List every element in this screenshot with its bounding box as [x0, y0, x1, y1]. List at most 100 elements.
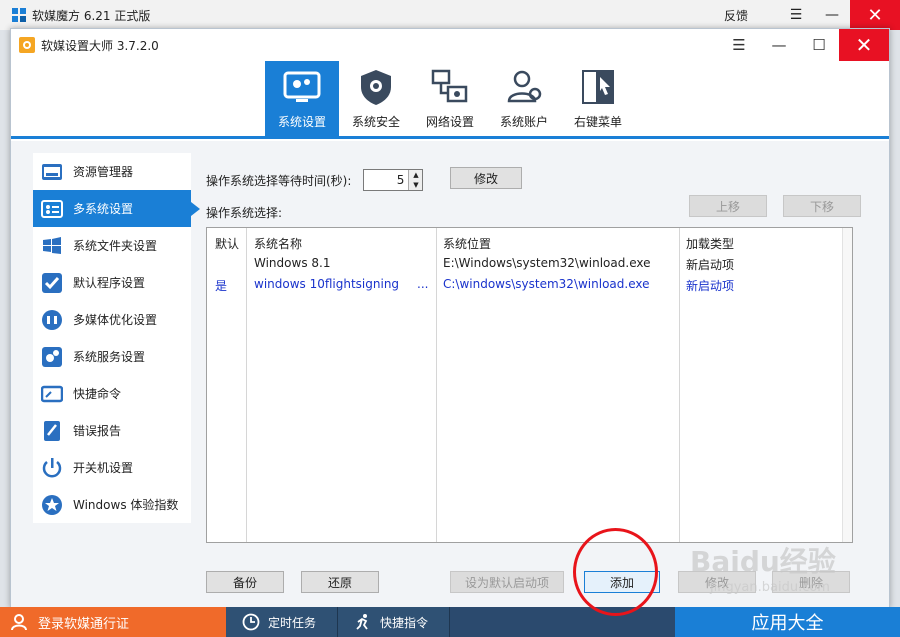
sidebar-item-label: 默认程序设置 — [73, 276, 146, 290]
service-gear-icon — [42, 346, 62, 367]
tab-system-security[interactable]: 系统安全 — [339, 61, 413, 136]
apps-button[interactable]: 应用大全 — [675, 607, 900, 637]
sidebar-item-label: 资源管理器 — [73, 165, 134, 179]
network-icon — [431, 69, 468, 103]
spin-up-icon[interactable]: ▲ — [409, 170, 423, 180]
sidebar-item-system-services[interactable]: 系统服务设置 — [33, 338, 191, 375]
close-icon[interactable]: ✕ — [839, 29, 889, 61]
dialog-titlebar: 软媒设置大师 3.7.2.0 ☰ — ☐ ✕ — [11, 29, 889, 61]
quick-command-button[interactable]: 快捷指令 — [338, 607, 450, 637]
multi-system-panel: 操作系统选择等待时间(秒): 5 ▲ ▼ 修改 操作系统选择: 上移 下移 默认… — [206, 153, 861, 603]
runner-icon — [356, 614, 368, 630]
tab-system-accounts[interactable]: 系统账户 — [487, 61, 561, 136]
dialog-title: 软媒设置大师 3.7.2.0 — [41, 38, 159, 53]
multi-system-icon — [41, 199, 63, 218]
sidebar-item-explorer[interactable]: 资源管理器 — [33, 153, 191, 190]
row2-system-location[interactable]: C:\windows\system32\winload.exe — [443, 277, 649, 291]
default-program-icon — [42, 272, 62, 293]
tab-system-settings[interactable]: 系统设置 — [265, 61, 339, 136]
tab-label: 系统安全 — [351, 115, 400, 129]
sidebar-item-label: 系统文件夹设置 — [73, 239, 158, 253]
sidebar-item-label: 错误报告 — [73, 424, 122, 438]
watermark-brand: Baidu经验 — [690, 545, 836, 578]
tab-context-menu[interactable]: 右键菜单 — [561, 61, 635, 136]
modify-wait-button[interactable]: 修改 — [450, 167, 522, 189]
sidebar-item-label: 系统服务设置 — [73, 350, 146, 364]
system-settings-icon — [283, 71, 321, 102]
spin-down-icon[interactable]: ▼ — [409, 180, 423, 190]
login-button[interactable]: 登录软媒通行证 — [0, 607, 226, 637]
tab-label: 系统设置 — [277, 115, 326, 129]
wait-time-label: 操作系统选择等待时间(秒): — [206, 173, 352, 188]
content-area: 资源管理器 多系统设置 系统文件夹设置 默认程序设置 多媒体优化设置 系统服务设… — [11, 141, 889, 607]
wait-time-row: 操作系统选择等待时间(秒): 5 ▲ ▼ — [206, 169, 424, 191]
row1-load-type[interactable]: 新启动项 — [686, 256, 734, 273]
scheduled-task-label: 定时任务 — [268, 615, 317, 630]
windows-rating-icon — [42, 494, 62, 515]
wait-time-value[interactable]: 5 — [364, 170, 408, 190]
move-up-button[interactable]: 上移 — [689, 195, 767, 217]
feedback-link[interactable]: 反馈 — [724, 7, 748, 24]
tab-network-settings[interactable]: 网络设置 — [413, 61, 487, 136]
backup-button[interactable]: 备份 — [206, 571, 284, 593]
header-default[interactable]: 默认 — [215, 235, 239, 252]
baidu-watermark: Baidu经验 jingyan.baidu.com — [690, 540, 890, 610]
sidebar-item-error-report[interactable]: 错误报告 — [33, 412, 191, 449]
quick-command-label: 快捷指令 — [380, 615, 429, 630]
outer-minimize-icon[interactable]: — — [814, 0, 850, 30]
multimedia-icon — [42, 309, 62, 330]
header-load-type[interactable]: 加载类型 — [686, 235, 734, 252]
settings-master-icon — [19, 37, 35, 53]
outer-titlebar: 软媒魔方 6.21 正式版 反馈 ☰ — ✕ — [0, 0, 900, 30]
row1-system-name[interactable]: Windows 8.1 — [254, 256, 330, 270]
column-divider — [680, 228, 844, 542]
sidebar-item-windows-rating[interactable]: Windows 体验指数 — [33, 486, 191, 523]
sidebar-item-multimedia[interactable]: 多媒体优化设置 — [33, 301, 191, 338]
vertical-scrollbar[interactable] — [842, 228, 852, 542]
row1-system-location[interactable]: E:\Windows\system32\winload.exe — [443, 256, 650, 270]
sidebar-item-label: 多媒体优化设置 — [73, 313, 158, 327]
sidebar-item-system-folders[interactable]: 系统文件夹设置 — [33, 227, 191, 264]
move-down-button[interactable]: 下移 — [783, 195, 861, 217]
maximize-icon[interactable]: ☐ — [799, 29, 839, 61]
minimize-icon[interactable]: — — [759, 29, 799, 61]
annotation-circle — [573, 528, 658, 616]
shield-icon — [361, 70, 391, 105]
power-icon — [42, 457, 62, 477]
column-divider — [437, 228, 680, 542]
rubik-cube-icon — [12, 8, 26, 22]
dialog-menu-icon[interactable]: ☰ — [719, 29, 759, 61]
tab-label: 网络设置 — [425, 115, 474, 129]
set-default-boot-button[interactable]: 设为默认启动项 — [450, 571, 564, 593]
sidebar-item-label: 快捷命令 — [73, 387, 122, 401]
sidebar-item-label: 多系统设置 — [73, 202, 134, 216]
windows-folder-icon — [43, 236, 61, 254]
row2-default[interactable]: 是 — [215, 277, 227, 294]
context-menu-icon — [582, 70, 614, 104]
row2-load-type[interactable]: 新启动项 — [686, 277, 734, 294]
sidebar-item-shortcut-commands[interactable]: 快捷命令 — [33, 375, 191, 412]
restore-button[interactable]: 还原 — [301, 571, 379, 593]
row2-name-ellipsis: ... — [417, 277, 429, 291]
sidebar-item-label: Windows 体验指数 — [73, 498, 179, 512]
top-toolbar: 系统设置 系统安全 网络设置 系统账户 右键菜单 — [11, 61, 889, 139]
login-label: 登录软媒通行证 — [38, 616, 130, 632]
column-divider — [207, 228, 247, 542]
row2-system-name[interactable]: windows 10flightsigning — [254, 277, 399, 291]
outer-close-icon[interactable]: ✕ — [850, 0, 900, 30]
os-select-label: 操作系统选择: — [206, 206, 283, 220]
sidebar: 资源管理器 多系统设置 系统文件夹设置 默认程序设置 多媒体优化设置 系统服务设… — [33, 153, 200, 523]
shortcut-command-icon — [41, 385, 63, 402]
header-system-name[interactable]: 系统名称 — [254, 235, 302, 252]
header-system-location[interactable]: 系统位置 — [443, 235, 491, 252]
sidebar-item-multi-system[interactable]: 多系统设置 — [33, 190, 200, 227]
sidebar-item-default-programs[interactable]: 默认程序设置 — [33, 264, 191, 301]
users-icon — [507, 70, 542, 103]
scheduled-task-button[interactable]: 定时任务 — [226, 607, 338, 637]
sidebar-item-power-settings[interactable]: 开关机设置 — [33, 449, 191, 486]
wait-time-stepper[interactable]: 5 ▲ ▼ — [363, 169, 424, 191]
sidebar-item-label: 开关机设置 — [73, 461, 134, 475]
os-list-table: 默认 系统名称 系统位置 加载类型 Windows 8.1 E:\Windows… — [206, 227, 853, 543]
outer-menu-icon[interactable]: ☰ — [778, 0, 814, 30]
error-report-icon — [44, 420, 60, 441]
